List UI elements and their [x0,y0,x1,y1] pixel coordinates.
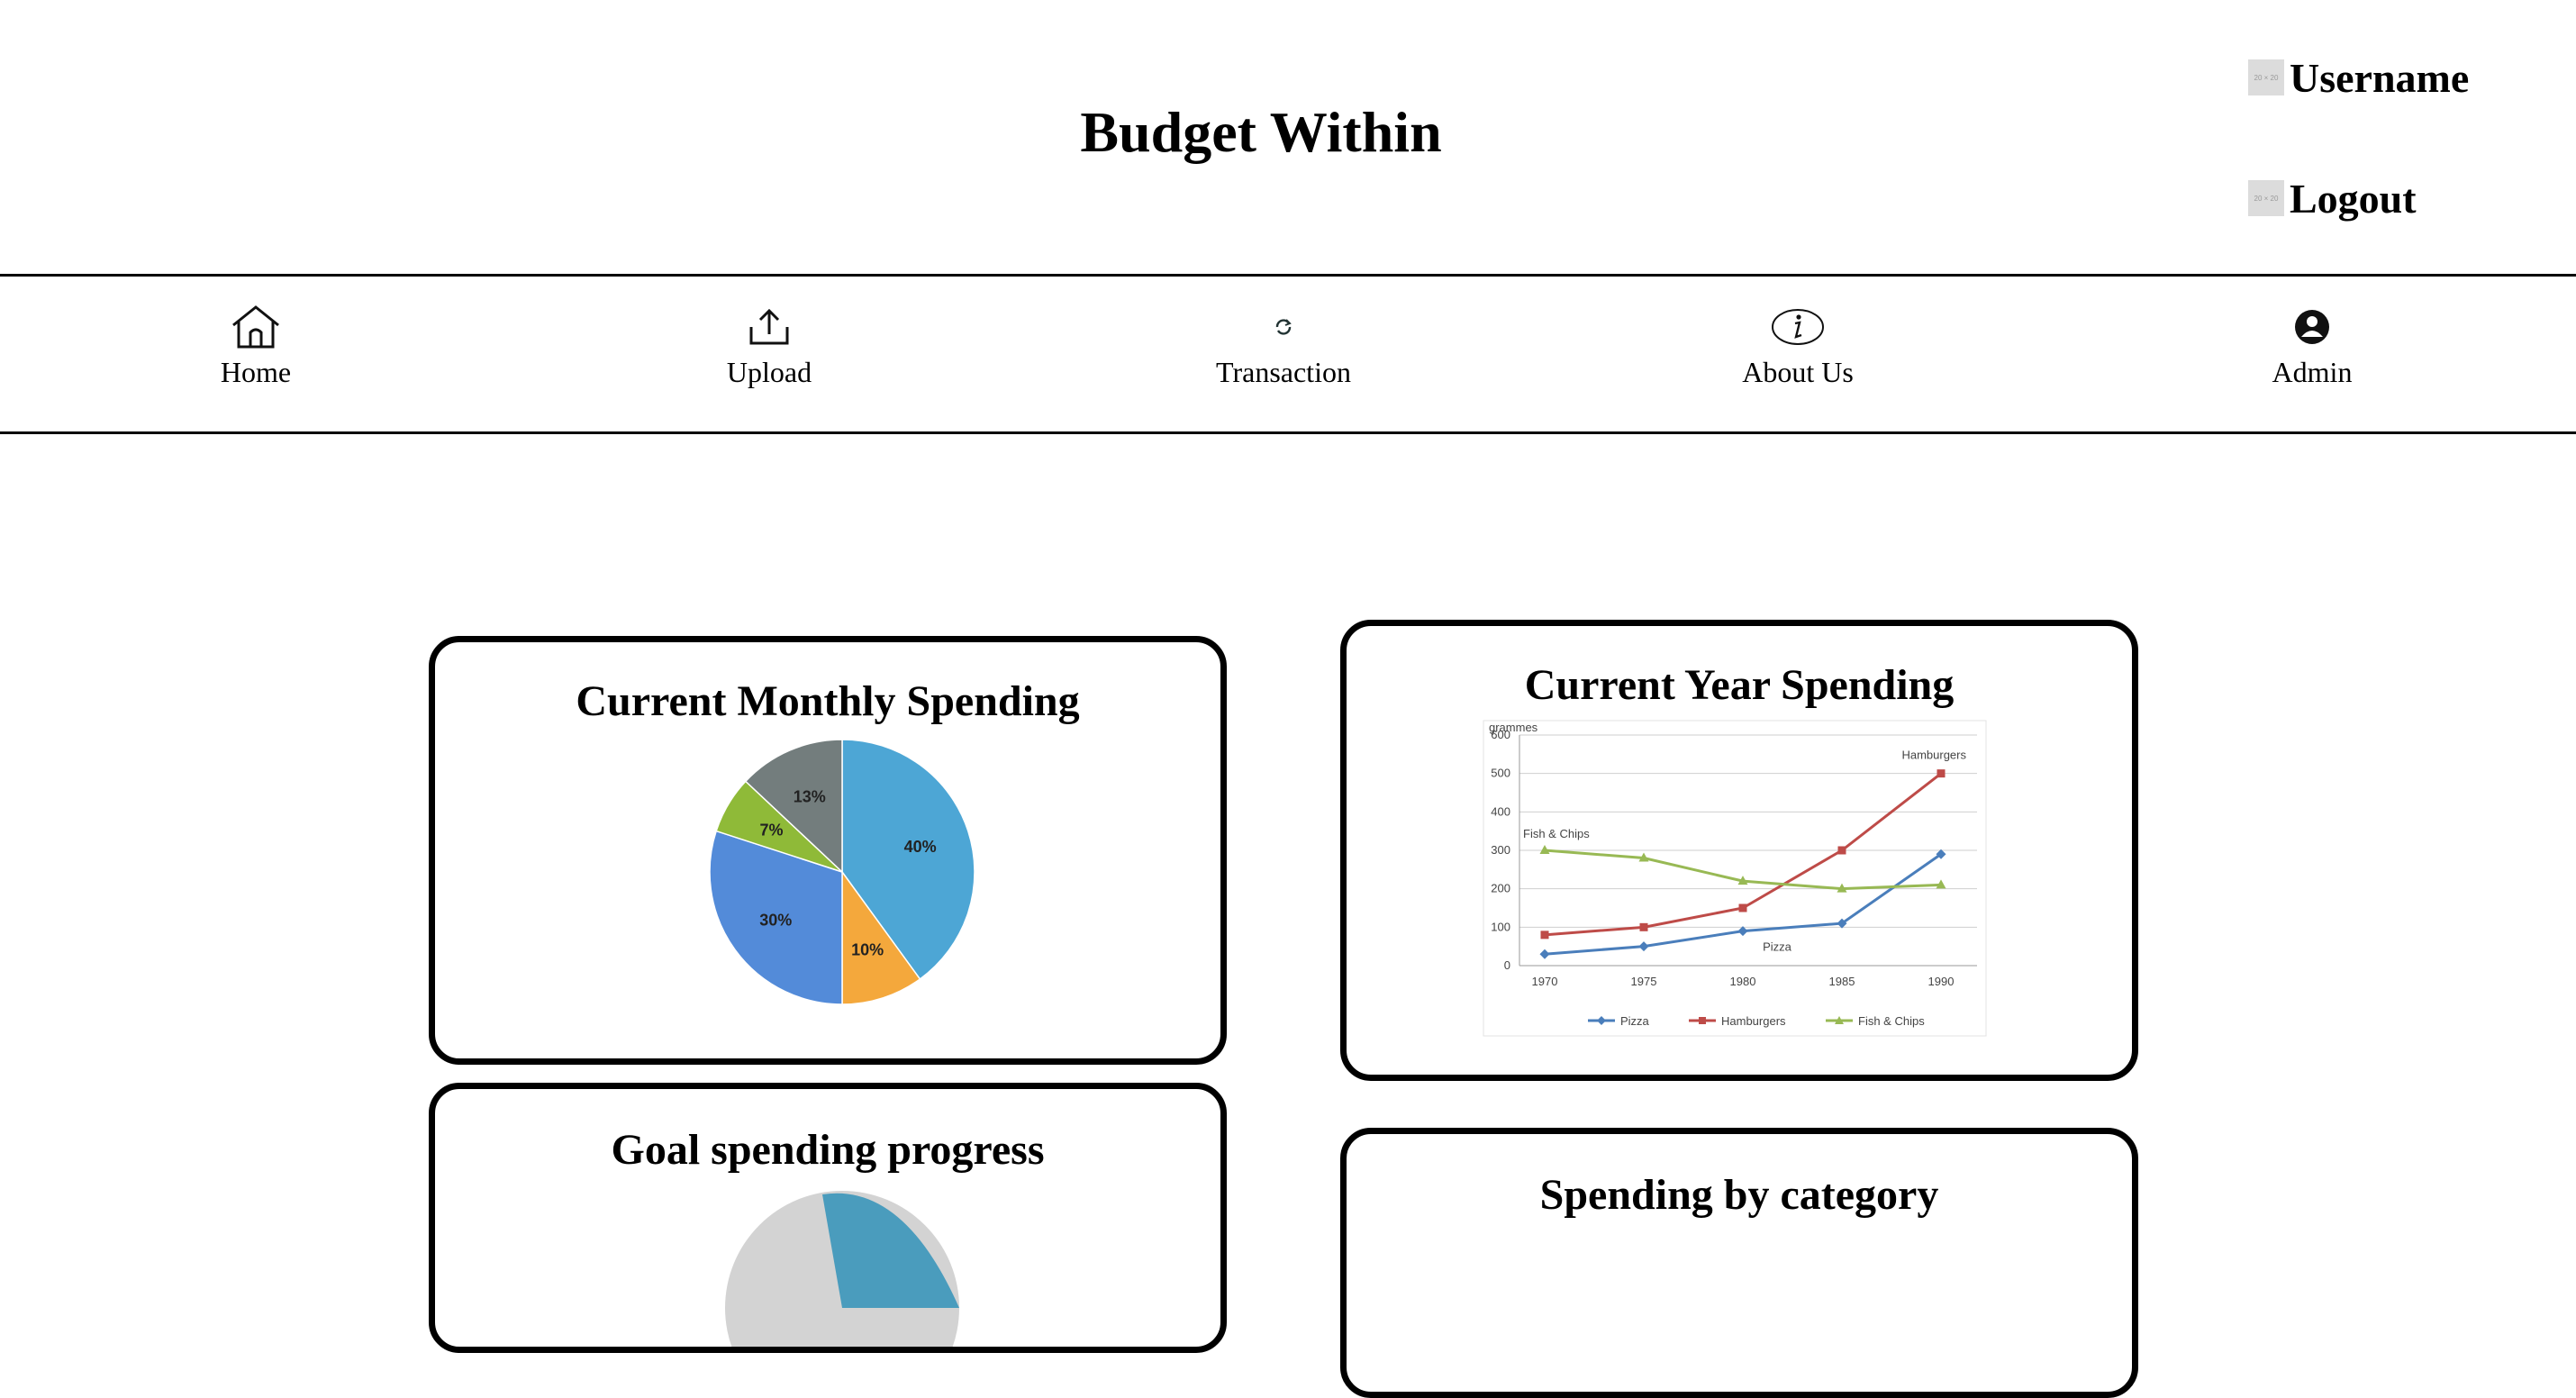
chart-annotation: Pizza [1763,940,1792,954]
y-tick-label: 400 [1491,804,1510,818]
data-point [1639,922,1648,931]
legend-label: Fish & Chips [1858,1014,1925,1028]
nav-label-transaction: Transaction [1216,356,1351,388]
logout-placeholder-icon: 20 × 20 [2248,180,2284,216]
nav-item-transaction[interactable]: Transaction [1148,300,1419,389]
data-point [1837,846,1846,855]
pie-slice-label: 7% [760,822,784,840]
nav-item-upload[interactable]: Upload [634,300,904,389]
nav-item-admin[interactable]: Admin [2177,300,2447,389]
logout-link[interactable]: 20 × 20 Logout [2248,173,2469,223]
year-spending-card: Current Year Spending grammes 0 100 200 300 4… [1340,620,2138,1081]
x-tick-label: 1985 [1829,975,1855,988]
goal-progress-card: Goal spending progress [429,1083,1227,1353]
nav-item-home[interactable]: Home [121,300,391,389]
nav-label-upload: Upload [726,356,812,388]
nav-label-about-us: About Us [1742,356,1854,388]
pie-slice-label: 30% [759,912,792,930]
x-tick-label: 1970 [1532,975,1558,988]
nav-label-home: Home [220,356,292,388]
chart-annotation: Fish & Chips [1523,827,1590,840]
monthly-spending-card: Current Monthly Spending 40% 10% 30% 7% 13% [429,636,1227,1065]
chart-annotation: Hamburgers [1901,749,1966,762]
x-tick-label: 1980 [1730,975,1756,988]
pie-slice-label: 40% [904,838,937,856]
pie-slice-label: 13% [794,787,826,805]
goal-pie-chart [725,1191,959,1347]
card-title: Goal spending progress [611,1126,1045,1174]
y-tick-label: 200 [1491,882,1510,895]
y-tick-label: 500 [1491,767,1510,780]
avatar-placeholder-icon: 20 × 20 [2248,59,2284,95]
username-link[interactable]: 20 × 20 Username [2248,52,2469,103]
card-title: Current Year Spending [1524,661,1955,709]
legend-label: Pizza [1620,1014,1650,1028]
user-block: 20 × 20 Username 20 × 20 Logout [2248,52,2469,294]
y-tick-label: 100 [1491,920,1510,933]
legend-label: Hamburgers [1721,1014,1786,1028]
y-tick-label: 600 [1491,728,1510,741]
upload-icon [634,300,904,354]
user-circle-icon [2177,300,2447,354]
x-tick-label: 1990 [1928,975,1955,988]
pie-slice-label: 10% [851,941,884,959]
refresh-icon [1148,300,1419,354]
data-point [1540,930,1549,940]
card-title: Current Monthly Spending [576,677,1080,725]
x-tick-label: 1975 [1631,975,1657,988]
nav-label-admin: Admin [2272,356,2353,388]
info-icon [1663,300,1933,354]
category-spending-card: Spending by category [1340,1128,2138,1398]
data-point [1937,769,1946,778]
logout-label: Logout [2290,175,2417,222]
y-tick-label: 0 [1504,958,1510,972]
main-nav: Home Upload Transaction About Us Admin [0,274,2576,434]
nav-item-about-us[interactable]: About Us [1663,300,1933,389]
card-title: Spending by category [1539,1171,1939,1219]
app-title: Budget Within [1080,100,1442,164]
year-line-chart: grammes01002003004005006001970 1975 1980 19… [1483,720,1987,1037]
data-point [1738,903,1747,912]
username-label: Username [2290,54,2470,101]
home-icon [121,300,391,354]
y-tick-label: 300 [1491,843,1510,857]
monthly-pie-chart: 40% 10% 30% 7% 13% [709,739,975,1005]
legend-marker [1699,1017,1706,1024]
